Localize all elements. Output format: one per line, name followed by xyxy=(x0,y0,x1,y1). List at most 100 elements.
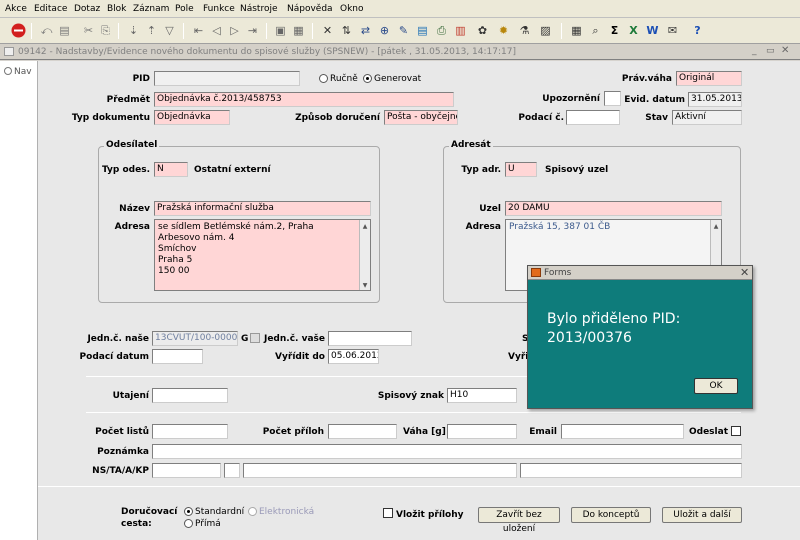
radio-prima[interactable] xyxy=(184,519,193,528)
next-record-icon[interactable]: ▷ xyxy=(226,22,243,39)
menu-napoveda[interactable]: Nápověda xyxy=(287,4,333,14)
g-checkbox[interactable] xyxy=(250,333,260,343)
tools-icon[interactable]: ✕ xyxy=(319,22,336,39)
poznamka-label: Poznámka xyxy=(97,447,149,457)
sum-icon[interactable]: Σ xyxy=(606,22,623,39)
exit-icon[interactable] xyxy=(10,22,27,39)
save-icon[interactable]: ⤺ xyxy=(38,22,55,39)
zpusob-doruceni-field[interactable]: Pošta - obyčejně xyxy=(384,110,458,125)
scroll-up-icon[interactable]: ▲ xyxy=(361,221,369,230)
sender-adresa-line: se sídlem Betlémské nám.2, Praha xyxy=(158,222,314,232)
search-icon[interactable]: ⌕ xyxy=(587,22,604,39)
filter-icon[interactable]: ⚗ xyxy=(516,22,533,39)
poznamka-field[interactable] xyxy=(152,444,742,459)
menu-editace[interactable]: Editace xyxy=(34,4,67,14)
addressee-typ-field[interactable]: U xyxy=(505,162,537,177)
minimize-icon[interactable]: _ xyxy=(752,46,757,56)
execute-query-icon[interactable]: ⇡ xyxy=(143,22,160,39)
radio-generate[interactable] xyxy=(363,74,372,83)
typ-dokumentu-label: Typ dokumentu xyxy=(71,113,150,123)
report-icon[interactable]: ▥ xyxy=(452,22,469,39)
zavrit-button[interactable]: Zavřít bez uložení xyxy=(478,507,560,534)
evid-datum-field[interactable]: 31.05.2013 xyxy=(688,92,742,107)
edit-icon[interactable]: ✎ xyxy=(395,22,412,39)
menu-funkce[interactable]: Funkce xyxy=(203,4,235,14)
radio-elektronicka[interactable] xyxy=(248,507,257,516)
dialog-ok-button[interactable]: OK xyxy=(694,378,738,394)
scroll-up-icon[interactable]: ▲ xyxy=(712,221,720,230)
prav-vaha-field[interactable]: Originál xyxy=(676,71,742,86)
pocet-listu-field[interactable] xyxy=(152,424,228,439)
menu-pole[interactable]: Pole xyxy=(175,4,194,14)
a-field[interactable] xyxy=(243,463,517,478)
print-icon[interactable]: ▤ xyxy=(56,22,73,39)
addressee-typ-label: Typ adr. xyxy=(461,165,501,175)
jednc-vase-label: Jedn.č. vaše xyxy=(263,334,325,344)
delete-record-icon[interactable]: ▦ xyxy=(290,22,307,39)
email-field[interactable] xyxy=(561,424,684,439)
koncept-button[interactable]: Do konceptů xyxy=(571,507,651,523)
swap-icon[interactable]: ⇄ xyxy=(357,22,374,39)
word-icon[interactable]: W xyxy=(644,22,661,39)
copy-icon[interactable]: ⎘ xyxy=(97,22,114,39)
last-record-icon[interactable]: ⇥ xyxy=(244,22,261,39)
ulozit-button[interactable]: Uložit a další xyxy=(662,507,742,523)
ta-field[interactable] xyxy=(224,463,240,478)
pocet-priloh-field[interactable] xyxy=(328,424,397,439)
radio-standard[interactable] xyxy=(184,507,193,516)
podaci-field[interactable] xyxy=(566,110,620,125)
nav-icon[interactable] xyxy=(4,67,12,75)
clipboard-icon[interactable]: ▨ xyxy=(537,22,554,39)
close-icon[interactable]: ✕ xyxy=(781,45,789,56)
help-icon[interactable]: ? xyxy=(689,22,706,39)
restore-icon[interactable]: ▭ xyxy=(766,46,775,56)
kp-field[interactable] xyxy=(520,463,742,478)
podaci-datum-field[interactable] xyxy=(152,349,203,364)
cut-icon[interactable]: ✂ xyxy=(80,22,97,39)
menu-nastroje[interactable]: Nástroje xyxy=(240,4,278,14)
menu-dotaz[interactable]: Dotaz xyxy=(74,4,100,14)
nav-label[interactable]: Nav xyxy=(14,67,32,77)
scroll-down-icon[interactable]: ▼ xyxy=(361,280,369,289)
typ-dokumentu-field[interactable]: Objednávka xyxy=(154,110,230,125)
spisovy-znak-field[interactable]: H10 xyxy=(447,388,517,403)
sort-icon[interactable]: ⇅ xyxy=(338,22,355,39)
jednc-nase-field[interactable]: 13CVUT/100-00008 xyxy=(152,331,238,346)
enter-query-icon[interactable]: ⇣ xyxy=(125,22,142,39)
calculator-icon[interactable]: ▦ xyxy=(568,22,585,39)
jednc-vase-field[interactable] xyxy=(328,331,412,346)
dialog-message: Bylo přiděleno PID: 2013/00376 xyxy=(547,310,680,348)
dialog-close-icon[interactable]: ✕ xyxy=(740,266,749,279)
stav-field[interactable]: Aktivní xyxy=(672,110,742,125)
addressee-uzel-field[interactable]: 20 DAMU xyxy=(505,201,722,216)
note-icon[interactable]: ✉ xyxy=(664,22,681,39)
menu-okno[interactable]: Okno xyxy=(340,4,364,14)
sender-adresa-scrollbar[interactable]: ▲ ▼ xyxy=(359,220,370,290)
vaha-field[interactable] xyxy=(447,424,517,439)
sender-nazev-field[interactable]: Pražská informační služba xyxy=(154,201,371,216)
predmet-field[interactable]: Objednávka č.2013/458753 xyxy=(154,92,454,107)
first-record-icon[interactable]: ⇤ xyxy=(190,22,207,39)
excel-icon[interactable]: X xyxy=(625,22,642,39)
sender-adresa-textarea[interactable]: se sídlem Betlémské nám.2, Praha Arbesov… xyxy=(154,219,371,291)
sender-typ-field[interactable]: N xyxy=(154,162,188,177)
prev-record-icon[interactable]: ◁ xyxy=(208,22,225,39)
utajeni-field[interactable] xyxy=(152,388,228,403)
vlozit-prilohy-checkbox[interactable] xyxy=(383,508,393,518)
attach-icon[interactable]: ⎙ xyxy=(433,22,450,39)
radio-manual[interactable] xyxy=(319,74,328,83)
pid-field[interactable] xyxy=(154,71,300,86)
settings-icon[interactable]: ✿ xyxy=(474,22,491,39)
odeslat-checkbox[interactable] xyxy=(731,426,741,436)
vyridit-do-field[interactable]: 05.06.2013 xyxy=(328,349,379,364)
zoom-icon[interactable]: ⊕ xyxy=(376,22,393,39)
cancel-query-icon[interactable]: ▽ xyxy=(161,22,178,39)
star-icon[interactable]: ✹ xyxy=(495,22,512,39)
menu-akce[interactable]: Akce xyxy=(5,4,27,14)
ns-field[interactable] xyxy=(152,463,221,478)
menu-blok[interactable]: Blok xyxy=(107,4,126,14)
pocet-listu-label: Počet listů xyxy=(95,427,149,437)
insert-record-icon[interactable]: ▣ xyxy=(272,22,289,39)
menu-zaznam[interactable]: Záznam xyxy=(133,4,169,14)
document-icon[interactable]: ▤ xyxy=(414,22,431,39)
